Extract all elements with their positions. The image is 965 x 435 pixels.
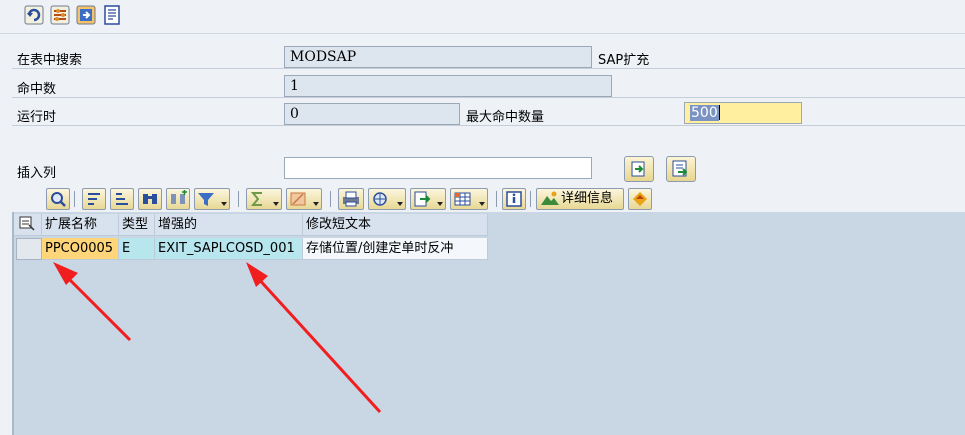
search-in-table-label: 在表中搜索 [17,53,83,68]
chevron-down-icon [273,202,279,206]
binoculars-next-icon [171,190,187,204]
document-icon[interactable] [102,5,122,25]
export-button[interactable] [410,188,446,210]
sort-ascending-button[interactable] [82,188,106,210]
application-toolbar [0,0,965,34]
chevron-down-icon [397,202,403,206]
abc-analysis-icon [633,192,647,206]
details-label: 详细信息 [561,191,614,206]
chevron-down-icon [437,202,443,206]
cell-type[interactable]: E [119,238,155,260]
chevron-down-icon [479,202,485,206]
sum-icon [250,192,262,206]
view-icon [373,192,387,206]
hit-count-label: 命中数 [17,82,57,97]
print-button[interactable] [338,188,364,210]
search-in-table-field[interactable]: MODSAP [284,46,592,68]
max-hits-value: 500 [690,105,719,121]
toolbar-separator [530,191,531,207]
insert-column-input[interactable] [284,157,592,179]
toolbar-separator [74,191,75,207]
search-in-table-row: 在表中搜索 MODSAP SAP扩充 [12,45,965,69]
max-hits-input[interactable]: 500 [684,102,802,124]
selection-form: 在表中搜索 MODSAP SAP扩充 命中数 1 运行时 0 最大命中数量 50… [0,40,965,190]
chevron-down-icon [313,202,319,206]
toolbar-separator [496,191,497,207]
transfer-icon[interactable] [76,5,96,25]
cell-extension-name[interactable]: PPCO0005 [42,238,119,260]
cell-enhanced[interactable]: EXIT_SAPLCOSD_001 [155,238,303,260]
settings-icon[interactable] [50,5,70,25]
text-cursor [718,105,720,120]
grid-header: 扩展名称 类型 增强的 修改短文本 [14,214,488,236]
printer-icon [343,191,359,207]
runtime-row: 运行时 0 最大命中数量 500 [12,102,965,126]
find-button[interactable] [46,188,70,210]
column-header-enhanced[interactable]: 增强的 [155,214,303,236]
landscape-icon [541,191,559,205]
search-binoculars-button[interactable] [138,188,162,210]
row-selector[interactable] [16,238,42,260]
info-button[interactable] [502,188,526,210]
runtime-label: 运行时 [17,110,57,125]
select-all-icon [19,216,35,231]
filter-icon [198,193,214,206]
runtime-field: 0 [284,103,460,125]
insert-column-row: 插入列 [12,156,965,182]
sort-descending-icon [116,193,128,205]
abc-analysis-button[interactable] [628,188,652,210]
chevron-down-icon [221,202,227,206]
info-icon [506,191,522,207]
results-grid: 扩展名称 类型 增强的 修改短文本 PPCO0005 E EXIT_SAPLCO… [12,212,965,435]
toolbar-separator [330,191,331,207]
insert-column-all-button[interactable] [666,156,696,182]
refresh-icon[interactable] [24,5,44,25]
insert-column-button[interactable] [624,156,654,182]
view-button[interactable] [368,188,406,210]
sum-button[interactable] [246,188,282,210]
column-header-short-text[interactable]: 修改短文本 [303,214,488,236]
magnifier-icon [51,192,66,207]
layout-grid-icon [454,192,471,206]
search-next-button[interactable] [166,188,190,210]
insert-column-label: 插入列 [17,166,57,181]
hit-count-row: 命中数 1 [12,74,965,98]
table-row[interactable]: PPCO0005 E EXIT_SAPLCOSD_001 存储位置/创建定单时反… [14,238,488,260]
export-icon [414,191,431,207]
details-button[interactable]: 详细信息 [536,188,624,210]
cell-short-text[interactable]: 存储位置/创建定单时反冲 [303,238,488,260]
subtotal-icon [290,192,306,206]
select-all-button[interactable] [14,214,42,236]
alv-toolbar: 详细信息 [12,186,965,212]
sort-ascending-icon [88,193,100,205]
toolbar-separator [238,191,239,207]
column-header-type[interactable]: 类型 [119,214,155,236]
insert-column-icon [631,161,645,177]
column-header-extension-name[interactable]: 扩展名称 [42,214,119,236]
filter-button[interactable] [194,188,230,210]
max-hits-label: 最大命中数量 [466,110,545,125]
insert-all-icon [672,160,688,177]
binoculars-icon [143,194,157,204]
hit-count-field: 1 [284,75,612,97]
sort-descending-button[interactable] [110,188,134,210]
table-description: SAP扩充 [598,53,650,68]
subtotal-button[interactable] [286,188,322,210]
layout-button[interactable] [450,188,488,210]
